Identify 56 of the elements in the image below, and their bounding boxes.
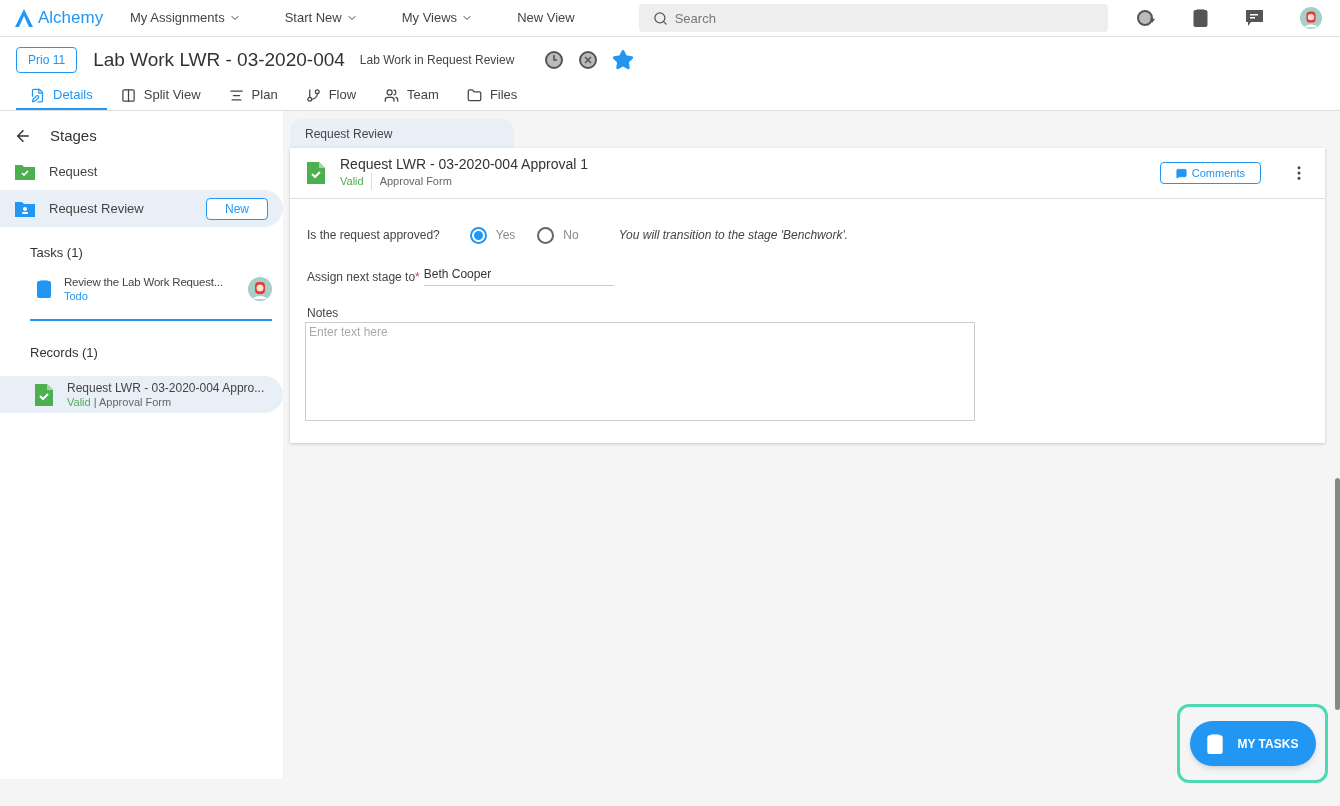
view-tab[interactable]: Split View bbox=[106, 82, 215, 110]
form-title: Request LWR - 03-2020-004 Approval 1 bbox=[340, 156, 588, 173]
stages-heading: Stages bbox=[50, 125, 97, 146]
clipboard-icon bbox=[1205, 732, 1224, 755]
plan-icon bbox=[228, 87, 244, 103]
files-icon bbox=[466, 87, 482, 103]
stage-item[interactable]: Request Review New bbox=[0, 190, 283, 227]
notes-label: Notes bbox=[307, 305, 340, 322]
radio-option[interactable]: Yes bbox=[469, 226, 516, 244]
chat-icon[interactable] bbox=[1245, 9, 1264, 27]
folder-check-icon bbox=[15, 163, 35, 180]
stage-item[interactable]: Request bbox=[0, 153, 283, 190]
nav-menu[interactable]: Start New bbox=[284, 8, 358, 28]
document-check-icon bbox=[35, 383, 53, 406]
logo-icon bbox=[14, 8, 34, 28]
team-icon bbox=[384, 87, 400, 103]
user-avatar bbox=[1300, 7, 1322, 29]
record-item[interactable]: Request LWR - 03-2020-004 Appro... Valid | Approval Form bbox=[0, 376, 283, 413]
priority-badge: Prio 11 bbox=[16, 47, 78, 73]
favorite-star-icon[interactable] bbox=[612, 49, 635, 71]
flow-icon bbox=[305, 87, 321, 103]
assignee-field[interactable]: Beth Cooper bbox=[423, 265, 614, 286]
nav-menu[interactable]: My Assignments bbox=[130, 8, 241, 28]
logo-text: Alchemy bbox=[38, 7, 104, 30]
search-field[interactable]: Search bbox=[638, 4, 1108, 32]
refresh-icon[interactable] bbox=[1136, 8, 1156, 28]
nav-menu[interactable]: My Views bbox=[401, 8, 474, 28]
record-subtitle: Lab Work in Request Review bbox=[359, 52, 515, 69]
scrollbar[interactable] bbox=[1335, 478, 1340, 710]
search-icon bbox=[652, 11, 668, 26]
assignee-avatar bbox=[248, 276, 272, 301]
tasks-heading: Tasks (1) bbox=[30, 244, 84, 262]
view-tab[interactable]: Files bbox=[452, 82, 532, 110]
nav-menu[interactable]: New View bbox=[517, 8, 575, 28]
details-icon bbox=[30, 87, 45, 103]
task-item[interactable]: Review the Lab Work Request... Todo bbox=[30, 274, 272, 321]
clipboard-icon bbox=[1192, 8, 1209, 28]
question-label: Is the request approved? bbox=[307, 227, 440, 244]
document-check-icon bbox=[307, 162, 325, 184]
view-tab[interactable]: Plan bbox=[214, 82, 292, 110]
view-tab[interactable]: Flow bbox=[291, 82, 371, 110]
notes-field[interactable]: Enter text here bbox=[305, 322, 975, 421]
split-icon bbox=[120, 87, 136, 103]
view-tab[interactable]: Team bbox=[370, 82, 453, 110]
record-title: Lab Work LWR - 03-2020-004 bbox=[93, 47, 345, 72]
folder-person-icon bbox=[15, 200, 35, 217]
records-heading: Records (1) bbox=[30, 343, 99, 362]
new-badge: New bbox=[206, 197, 268, 220]
comment-icon bbox=[1175, 167, 1187, 179]
transition-hint: You will transition to the stage 'Benchwork'. bbox=[618, 227, 849, 244]
assign-label: Assign next stage to* bbox=[307, 269, 420, 286]
form-type: Approval Form bbox=[378, 174, 452, 189]
valid-status: Valid bbox=[340, 173, 372, 190]
stage-tab[interactable]: Request Review bbox=[290, 119, 514, 148]
radio-option[interactable]: No bbox=[537, 226, 579, 244]
clipboard-icon bbox=[36, 278, 52, 299]
